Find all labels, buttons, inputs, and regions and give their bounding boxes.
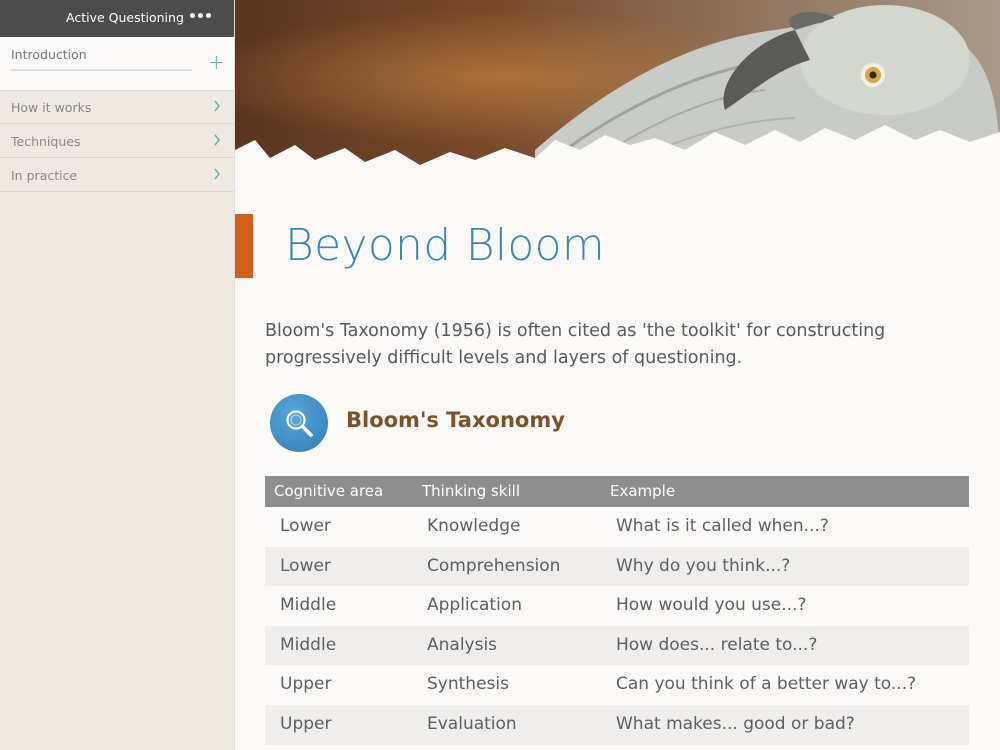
sidebar-item-label: In practice [11,168,78,183]
page-title: Beyond Bloom [285,220,605,271]
table-row: Upper Synthesis Can you think of a bette… [265,665,969,705]
table-cell: Upper [280,713,332,734]
sidebar: Active Questioning Introduction + How it… [0,0,235,750]
table-row: Lower Knowledge What is it called when..… [265,507,969,547]
sidebar-item-techniques[interactable]: Techniques [0,125,234,158]
table-row: Middle Application How would you use...? [265,586,969,626]
table-cell: Knowledge [427,516,521,536]
table-cell: Comprehension [427,555,561,576]
progress-bar [11,69,192,71]
table-cell: How would you use...? [616,595,807,616]
table-cell: Application [427,595,522,616]
table-cell: Lower [280,516,331,536]
table-cell: What is it called when...? [616,516,829,536]
column-header: Example [610,482,676,500]
table-cell: Upper [280,674,332,695]
intro-paragraph: Bloom's Taxonomy (1956) is often cited a… [265,321,886,368]
column-header: Cognitive area [274,482,384,500]
table-row: Upper Evaluation What makes... good or b… [265,704,969,745]
table-header: Cognitive area Thinking skill Example [265,476,969,507]
plus-icon[interactable]: + [208,52,225,72]
magnifier-icon[interactable] [270,394,328,452]
sidebar-title: Active Questioning [66,10,184,25]
table-cell: Why do you think...? [616,555,791,576]
table-cell: How does... relate to...? [616,634,818,655]
chevron-right-icon [214,168,220,180]
table-cell: Synthesis [427,674,509,695]
column-header: Thinking skill [422,482,520,500]
table-cell: Middle [280,595,337,616]
table-cell: Can you think of a better way to...? [616,674,917,695]
section-title: Bloom's Taxonomy [346,408,565,432]
sidebar-item-label: How it works [11,100,92,115]
chevron-right-icon [214,134,220,146]
sidebar-header: Active Questioning [0,0,234,37]
table-cell: Evaluation [427,713,517,734]
table-row: Middle Analysis How does... relate to...… [265,625,969,666]
taxonomy-table: Cognitive area Thinking skill Example Lo… [265,476,969,745]
header-banner-image [235,0,1000,172]
table-cell: Analysis [427,634,498,655]
sidebar-item-in-practice[interactable]: In practice [0,159,234,192]
table-cell: Middle [280,634,337,655]
title-accent-bar [235,214,253,278]
sidebar-item-label: Techniques [11,134,81,149]
table-cell: Lower [280,555,331,576]
sidebar-item-how-it-works[interactable]: How it works [0,91,234,124]
more-icon[interactable] [190,13,211,18]
table-cell: What makes... good or bad? [616,713,855,734]
chevron-right-icon [214,100,220,112]
sidebar-item-label: Introduction [11,47,87,62]
table-row: Lower Comprehension Why do you think...? [265,546,969,587]
sidebar-item-introduction[interactable]: Introduction + [0,37,234,91]
